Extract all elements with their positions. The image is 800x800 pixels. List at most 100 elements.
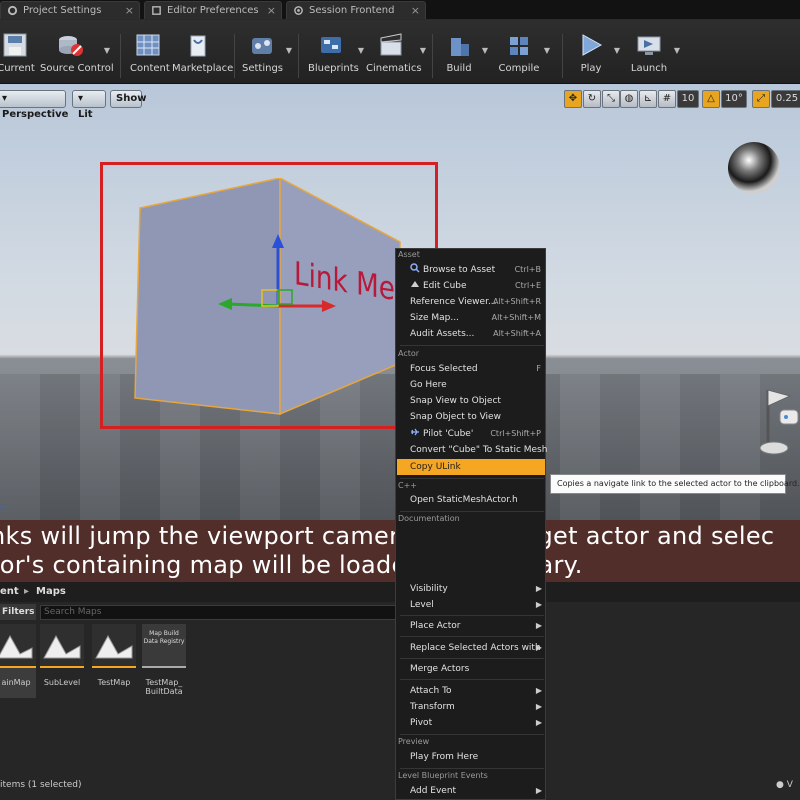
menu-divider [400,511,544,512]
menu-convert-to-static-mesh[interactable]: Convert "Cube" To Static Mesh [397,442,547,458]
player-start-icon[interactable] [756,384,800,458]
menu-replace-selected-actors[interactable]: Replace Selected Actors with ▶ [397,640,545,656]
surface-snap-button[interactable]: ⊾ [639,90,657,108]
scale-snap-value[interactable]: 0.25 [771,90,800,108]
reflection-sphere[interactable] [726,140,782,196]
rotation-snap-toggle[interactable]: △ [702,90,720,108]
map-icon [95,634,133,659]
blueprints-button[interactable]: Blueprints ▼ [308,28,364,80]
filters-button[interactable]: Filters ▼ [0,604,36,632]
launch-icon [637,36,661,55]
compile-button[interactable]: Compile ▼ [498,28,550,80]
angle-icon: △ [707,93,715,104]
menu-pivot[interactable]: Pivot ▶ [397,715,545,731]
source-control-button[interactable]: Source Control ▼ [40,28,114,80]
menu-merge-actors[interactable]: Merge Actors [397,661,545,677]
chevron-right-icon: ▶ [535,702,542,711]
section-documentation: Documentation [398,514,460,523]
menu-open-header[interactable]: Open StaticMeshActor.h [397,492,545,508]
menu-snap-object-to-view[interactable]: Snap Object to View [397,409,545,425]
save-current-button[interactable]: Current [0,28,38,80]
menu-focus-selected[interactable]: Focus Selected F [397,361,545,377]
menu-visibility[interactable]: Visibility ▶ [397,581,545,597]
asset-tile-mainmap[interactable]: ainMap [0,624,36,698]
close-icon[interactable]: × [125,2,134,19]
menu-pilot-cube[interactable]: Pilot 'Cube' Ctrl+Shift+P [397,426,545,442]
menu-attach-to[interactable]: Attach To ▶ [397,683,545,699]
preferences-tab-icon [152,6,161,15]
asset-tile-testmap[interactable]: TestMap [92,624,136,698]
menu-copy-ulink[interactable]: Copy ULink [397,459,545,475]
close-icon[interactable]: × [411,2,420,19]
scale-snap-toggle[interactable]: ⤢ [752,90,770,108]
view-options-icon[interactable]: ● V [776,780,793,790]
chevron-down-icon[interactable]: ▼ [286,46,292,55]
menu-snap-view-to-object[interactable]: Snap View to Object [397,393,545,409]
asset-tile-sublevel[interactable]: SubLevel [40,624,84,698]
tab-editor-preferences[interactable]: Editor Preferences × [144,1,282,19]
launch-button[interactable]: Launch ▼ [628,28,680,80]
menu-size-map[interactable]: Size Map... Alt+Shift+M [397,310,545,326]
tab-label: Session Frontend [309,5,395,16]
section-level-blueprint-events: Level Blueprint Events [398,771,488,780]
show-button[interactable]: Show [110,90,146,108]
blueprints-icon [321,37,341,53]
marketplace-button[interactable]: Marketplace [172,28,233,80]
content-button[interactable]: Content [130,28,170,80]
tab-project-settings[interactable]: Project Settings × [0,1,140,19]
menu-divider [400,478,544,479]
grid-snap-value[interactable]: 10 [677,90,699,108]
menu-place-actor[interactable]: Place Actor ▶ [397,618,545,634]
section-cpp: C++ [398,481,417,490]
grid-snap-toggle[interactable]: # [658,90,676,108]
cinematics-button[interactable]: Cinematics ▼ [366,28,426,80]
chevron-right-icon: ▶ [535,718,542,727]
chevron-down-icon: ▾ [78,93,84,104]
map-icon [0,634,33,659]
chevron-down-icon[interactable]: ▼ [420,46,426,55]
lit-button[interactable]: ▾ Lit [72,90,106,120]
world-local-button[interactable]: ◍ [620,90,638,108]
menu-browse-to-asset[interactable]: Browse to Asset Ctrl+B [397,262,545,278]
perspective-button[interactable]: ▾ Perspective [0,90,68,120]
scale-icon: ⤡ [607,93,615,104]
play-button[interactable]: Play ▼ [572,28,620,80]
chevron-down-icon[interactable]: ▼ [674,46,680,55]
chevron-down-icon[interactable]: ▼ [614,46,620,55]
tab-label: Editor Preferences [167,5,259,16]
chevron-down-icon[interactable]: ▼ [104,46,110,55]
asset-tile-builtdata[interactable]: Map Build Data Registry TestMap_ BuiltDa… [142,624,186,698]
build-button[interactable]: Build ▼ [440,28,488,80]
breadcrumb-root[interactable]: ent [0,582,19,602]
settings-tab-icon [7,5,18,16]
menu-audit-assets[interactable]: Audit Assets... Alt+Shift+A [397,326,545,342]
search-input[interactable]: Search Maps [40,605,396,620]
selection-box [100,162,438,429]
rotate-mode-button[interactable]: ↻ [583,90,601,108]
settings-button[interactable]: Settings ▼ [242,28,292,80]
chevron-down-icon[interactable]: ▼ [544,46,550,55]
chevron-down-icon[interactable]: ▼ [358,46,364,55]
close-icon[interactable]: × [267,2,276,19]
translate-mode-button[interactable]: ✥ [564,90,582,108]
menu-play-from-here[interactable]: Play From Here [397,749,545,765]
menu-level[interactable]: Level ▶ [397,597,545,613]
menu-add-event[interactable]: Add Event ▶ [397,783,545,799]
breadcrumb-maps[interactable]: Maps [36,582,66,602]
rotation-snap-value[interactable]: 10° [721,90,747,108]
menu-go-here[interactable]: Go Here [397,377,545,393]
chevron-down-icon: ▾ [2,93,8,104]
toolbar-divider [432,34,433,78]
map-thumbnail [0,624,36,668]
menu-transform[interactable]: Transform ▶ [397,699,545,715]
search-icon [410,263,420,273]
menu-reference-viewer[interactable]: Reference Viewer... Alt+Shift+R [397,294,545,310]
menu-divider [400,679,544,680]
tab-session-frontend[interactable]: Session Frontend × [286,1,426,19]
session-tab-icon [294,6,303,15]
chevron-down-icon[interactable]: ▼ [482,46,488,55]
registry-thumbnail: Map Build Data Registry [142,624,186,668]
menu-edit-cube[interactable]: Edit Cube Ctrl+E [397,278,545,294]
toolbar-divider [234,34,235,78]
scale-mode-button[interactable]: ⤡ [602,90,620,108]
